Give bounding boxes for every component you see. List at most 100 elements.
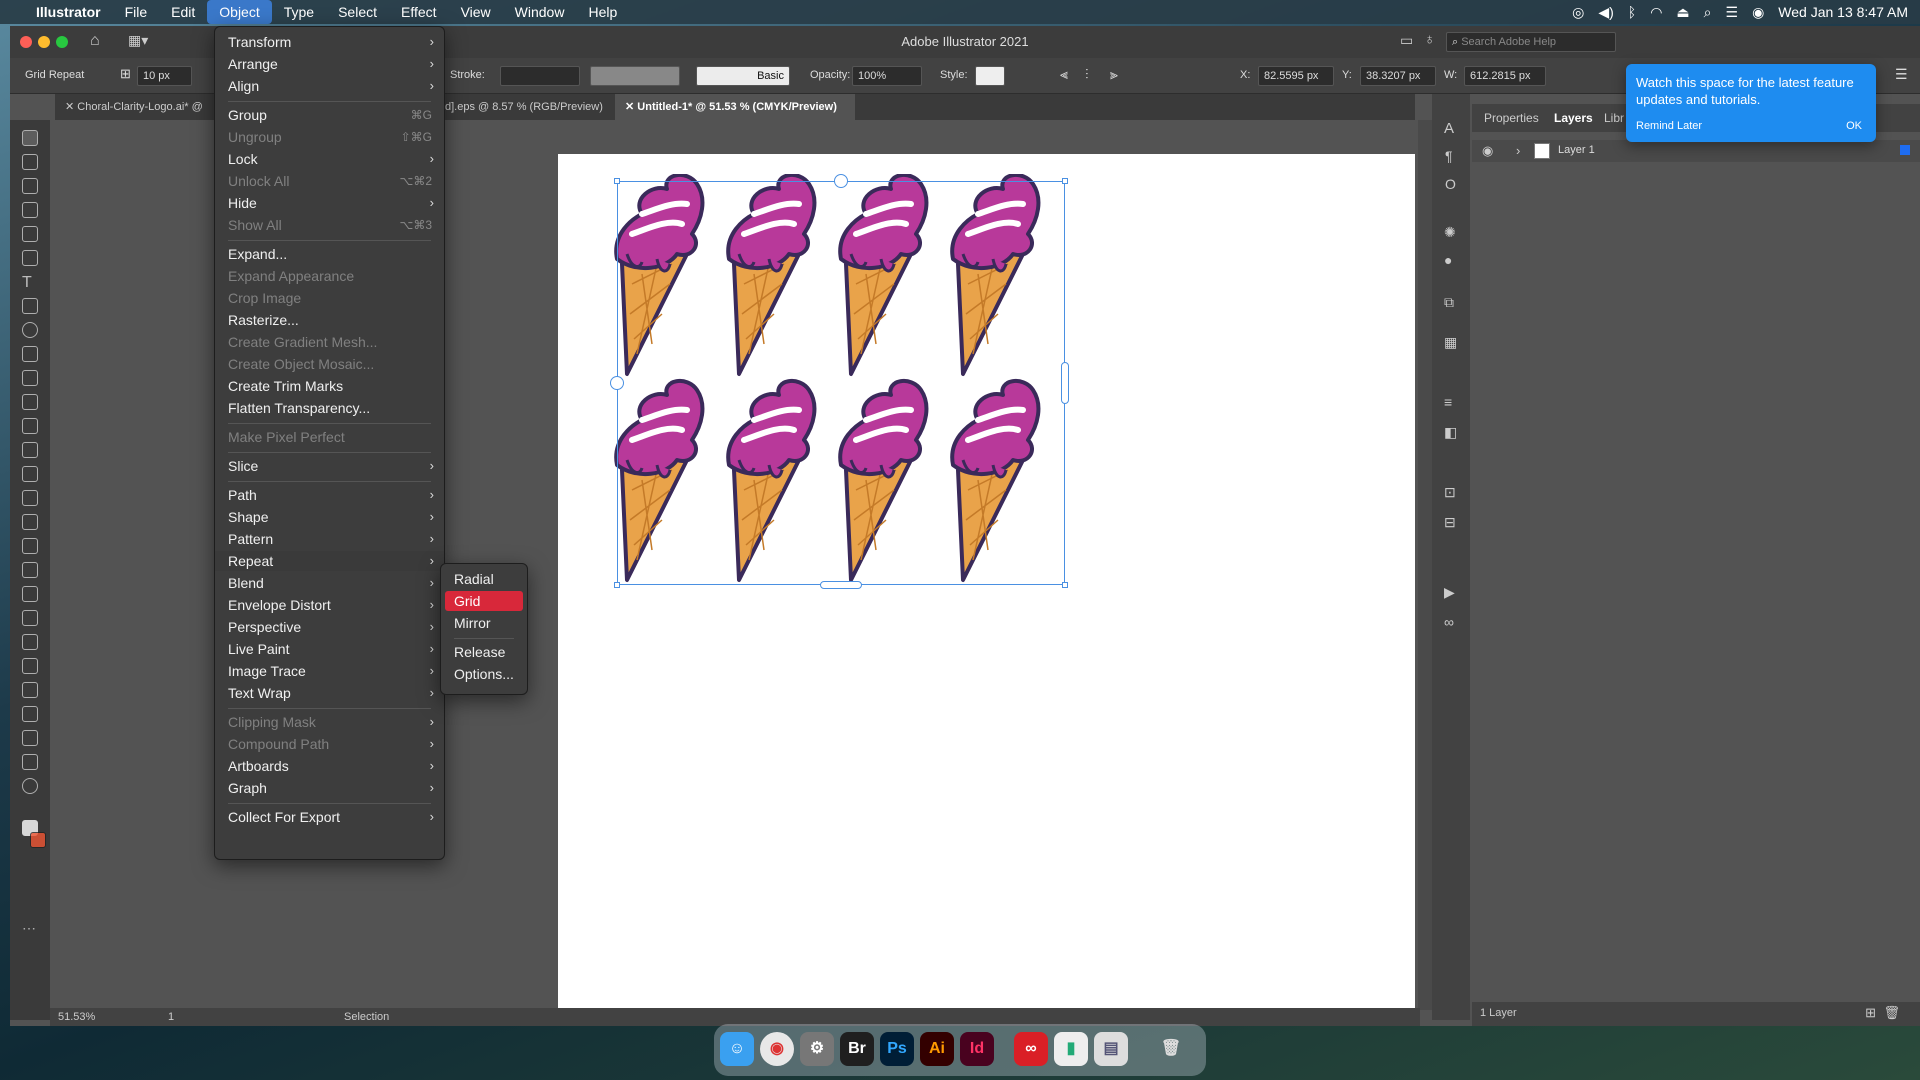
object-menu-item-graph[interactable]: Graph › — [215, 778, 444, 798]
transform-panel-icon[interactable]: ⊡ — [1444, 484, 1456, 501]
perspective-grid-tool-icon[interactable] — [22, 538, 38, 554]
close-tab-icon[interactable]: ✕ — [625, 101, 637, 113]
character-panel-icon[interactable]: A — [1444, 120, 1454, 137]
repeat-submenu-item-radial[interactable]: Radial — [441, 569, 527, 589]
tooltip-ok-button[interactable]: OK — [1846, 120, 1862, 132]
artboard-tool-icon[interactable] — [22, 706, 38, 722]
menu-illustrator[interactable]: Illustrator — [24, 0, 113, 24]
menu-edit[interactable]: Edit — [159, 0, 207, 24]
column-slider-handle[interactable] — [1061, 362, 1069, 404]
panel-menu-icon[interactable]: ☰ — [1895, 66, 1908, 83]
repeat-submenu-item-mirror[interactable]: Mirror — [441, 613, 527, 633]
resize-handle[interactable] — [614, 582, 620, 588]
stroke-swatch[interactable] — [30, 832, 46, 848]
y-position-field[interactable]: 38.3207 px — [1360, 66, 1436, 86]
eraser-tool-icon[interactable] — [22, 394, 38, 410]
photoshop-icon[interactable]: Ps — [880, 1032, 914, 1066]
width-tool-icon[interactable] — [22, 466, 38, 482]
variable-width-profile[interactable] — [590, 66, 680, 86]
object-menu-item-artboards[interactable]: Artboards › — [215, 756, 444, 776]
zoom-level[interactable]: 51.53% — [58, 1011, 95, 1023]
object-menu-item-expand[interactable]: Expand... — [215, 244, 444, 264]
brush-definition-select[interactable]: Basic — [696, 66, 790, 86]
pathfinder-panel-icon[interactable]: ⧉ — [1444, 294, 1454, 311]
resize-handle[interactable] — [1062, 178, 1068, 184]
arrange-documents-icon[interactable]: ▭ — [1400, 32, 1413, 49]
object-menu-item-lock[interactable]: Lock › — [215, 149, 444, 169]
remind-later-button[interactable]: Remind Later — [1636, 120, 1702, 132]
repeat-submenu-item-grid[interactable]: Grid — [445, 591, 523, 611]
pen-tool-icon[interactable] — [22, 226, 38, 242]
vertical-scrollbar[interactable] — [1418, 120, 1432, 1010]
menu-window[interactable]: Window — [503, 0, 577, 24]
pencil-tool-icon[interactable] — [22, 370, 38, 386]
eject-icon[interactable]: ⏏ — [1676, 4, 1689, 21]
rotate-tool-icon[interactable] — [22, 418, 38, 434]
gradient-tool-icon[interactable] — [22, 586, 38, 602]
tab-choral-clarity[interactable]: ✕ Choral-Clarity-Logo.ai* @ — [55, 94, 225, 120]
links-panel-icon[interactable]: ∞ — [1444, 614, 1454, 630]
resize-handle[interactable] — [614, 178, 620, 184]
repeat-submenu-item-release[interactable]: Release — [441, 642, 527, 662]
graph-tool-icon[interactable] — [22, 682, 38, 698]
repeat-submenu-item-options[interactable]: Options... — [441, 664, 527, 684]
gradient-panel-icon[interactable]: ◧ — [1444, 424, 1457, 441]
indesign-icon[interactable]: Id — [960, 1032, 994, 1066]
artboard-number[interactable]: 1 — [168, 1011, 174, 1023]
tab-layers[interactable]: Layers — [1554, 111, 1593, 125]
tab-properties[interactable]: Properties — [1484, 111, 1539, 125]
layer-row[interactable]: ◉ › Layer 1 — [1472, 140, 1920, 162]
zoom-tool-icon[interactable] — [22, 778, 38, 794]
creative-cloud-dock-icon[interactable]: ∞ — [1014, 1032, 1048, 1066]
help-search-input[interactable]: ⌕ Search Adobe Help — [1446, 32, 1616, 52]
object-menu-item-envelope-distort[interactable]: Envelope Distort › — [215, 595, 444, 615]
align-panel-icon[interactable]: ⊟ — [1444, 514, 1456, 531]
bridge-icon[interactable]: Br — [840, 1032, 874, 1066]
object-menu-item-arrange[interactable]: Arrange › — [215, 54, 444, 74]
free-transform-tool-icon[interactable] — [22, 490, 38, 506]
object-menu-item-perspective[interactable]: Perspective › — [215, 617, 444, 637]
blend-tool-icon[interactable] — [22, 634, 38, 650]
direct-selection-tool-icon[interactable] — [22, 154, 38, 170]
discover-bulb-icon[interactable]: ♁ — [1424, 31, 1435, 48]
horizontal-spacing-handle[interactable] — [834, 174, 848, 188]
creative-cloud-icon[interactable]: ◎ — [1572, 4, 1584, 21]
object-menu-item-blend[interactable]: Blend › — [215, 573, 444, 593]
clock[interactable]: Wed Jan 13 8:47 AM — [1778, 4, 1908, 20]
new-layer-icon[interactable]: ⊞ — [1865, 1005, 1876, 1021]
chrome-icon[interactable]: ◉ — [760, 1032, 794, 1066]
opacity-field[interactable]: 100% — [852, 66, 922, 86]
system-preferences-icon[interactable]: ⚙ — [800, 1032, 834, 1066]
menu-object[interactable]: Object — [207, 0, 272, 24]
symbol-sprayer-tool-icon[interactable] — [22, 658, 38, 674]
visibility-eye-icon[interactable]: ◉ — [1482, 143, 1493, 159]
object-menu-item-text-wrap[interactable]: Text Wrap › — [215, 683, 444, 703]
grid-spacing-field[interactable]: 10 px — [137, 66, 192, 86]
object-menu-item-create-trim-marks[interactable]: Create Trim Marks — [215, 376, 444, 396]
object-menu-item-transform[interactable]: Transform › — [215, 32, 444, 52]
close-tab-icon[interactable]: ✕ — [65, 101, 77, 113]
siri-icon[interactable]: ◉ — [1752, 4, 1764, 21]
paintbrush-tool-icon[interactable] — [22, 346, 38, 362]
color-panel-icon[interactable]: ● — [1444, 252, 1452, 268]
delete-layer-icon[interactable]: 🗑 — [1883, 1005, 1900, 1021]
preview-icon[interactable]: ▤ — [1094, 1032, 1128, 1066]
stroke-weight-field[interactable] — [500, 66, 580, 86]
object-menu-item-group[interactable]: Group ⌘G — [215, 105, 444, 125]
graphic-style-swatch[interactable] — [975, 66, 1005, 86]
type-tool-icon[interactable]: T — [22, 274, 38, 291]
object-menu-item-rasterize[interactable]: Rasterize... — [215, 310, 444, 330]
object-menu-item-pattern[interactable]: Pattern › — [215, 529, 444, 549]
scale-tool-icon[interactable] — [22, 442, 38, 458]
apple-icon[interactable] — [0, 0, 24, 24]
shape-builder-tool-icon[interactable] — [22, 514, 38, 530]
object-menu-item-shape[interactable]: Shape › — [215, 507, 444, 527]
numbers-icon[interactable]: ▮ — [1054, 1032, 1088, 1066]
trash-icon[interactable]: 🗑 — [1154, 1032, 1188, 1066]
menu-view[interactable]: View — [449, 0, 503, 24]
wifi-icon[interactable]: ◠ — [1650, 4, 1662, 21]
appearance-panel-icon[interactable]: ✺ — [1444, 224, 1456, 241]
spotlight-icon[interactable]: ⌕ — [1704, 4, 1712, 21]
hand-tool-icon[interactable] — [22, 754, 38, 770]
finder-icon[interactable]: ☺ — [720, 1032, 754, 1066]
